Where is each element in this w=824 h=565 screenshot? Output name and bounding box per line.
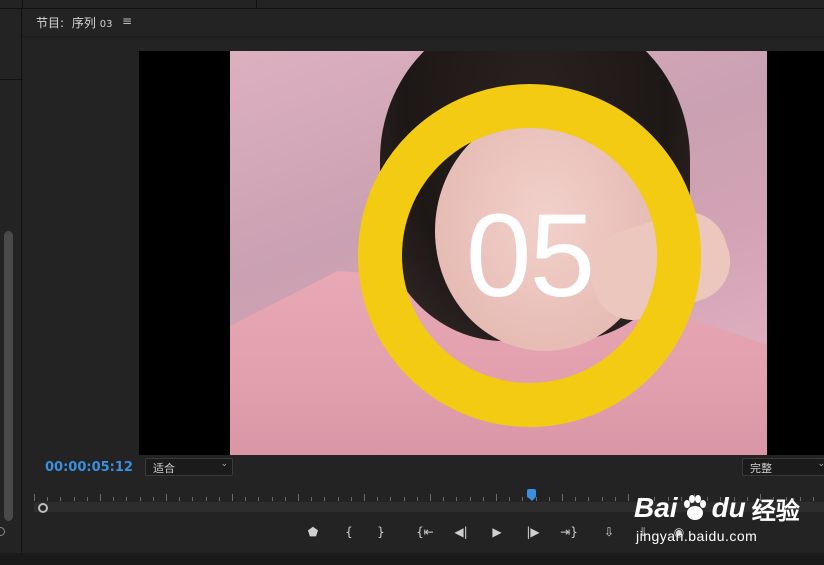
paw-icon <box>683 495 706 520</box>
ruler-tick <box>522 497 524 501</box>
ruler-tick <box>364 494 365 501</box>
video-viewer[interactable]: 05 <box>139 51 824 455</box>
step-forward-icon[interactable]: |▶ <box>522 523 544 541</box>
zoom-fit-select[interactable]: 适合 ⌄ <box>145 458 233 476</box>
ruler-tick <box>469 497 471 501</box>
ruler-tick <box>218 497 220 501</box>
play-icon[interactable]: ▶ <box>486 523 508 541</box>
ruler-tick <box>628 494 629 501</box>
panel-divider <box>256 0 257 8</box>
zoom-fit-value: 适合 <box>153 462 175 475</box>
left-panel <box>0 9 22 553</box>
ruler-tick <box>403 497 405 501</box>
mark-in-icon[interactable]: { <box>338 523 360 541</box>
ruler-tick <box>614 497 616 501</box>
ruler-tick <box>73 497 75 501</box>
add-marker-icon[interactable]: ⬟ <box>302 523 324 541</box>
watermark-du: du <box>711 492 746 523</box>
ruler-tick <box>166 494 167 501</box>
sequence-name: 序列 <box>71 16 96 30</box>
ruler-tick <box>390 497 392 501</box>
ruler-tick <box>535 497 537 501</box>
ruler-tick <box>601 497 603 501</box>
title-divider <box>22 36 824 37</box>
ruler-tick <box>588 497 590 501</box>
ruler-tick <box>430 494 431 501</box>
ruler-tick <box>496 494 497 501</box>
left-panel-handle-icon[interactable] <box>0 527 5 536</box>
sequence-number: 03 <box>99 19 113 30</box>
panel-divider <box>22 0 23 8</box>
watermark-jingyan: 经验 <box>751 496 800 525</box>
go-to-out-icon[interactable]: ⇥} <box>558 523 580 541</box>
panel-title[interactable]: 节目: 序列 03 <box>36 14 112 31</box>
ruler-tick <box>179 497 181 501</box>
zoom-scroll-handle[interactable] <box>38 503 48 513</box>
ruler-tick <box>192 497 194 501</box>
panel-separator <box>0 79 21 80</box>
program-monitor-panel: 节目: 序列 03 ≡ 05 00:00:05:12 适合 ⌄ 完整 ⌄ ⬟ {}… <box>22 9 824 553</box>
ruler-tick <box>139 497 141 501</box>
ruler-tick <box>350 497 352 501</box>
ruler-tick <box>324 497 326 501</box>
ruler-tick <box>205 497 207 501</box>
ruler-tick <box>337 497 339 501</box>
ruler-tick <box>152 497 154 501</box>
ruler-tick <box>443 497 445 501</box>
baidu-jingyan-watermark: Bai du 经验 <box>634 489 800 527</box>
ruler-tick <box>284 497 286 501</box>
playback-resolution-select[interactable]: 完整 ⌄ <box>742 458 824 476</box>
ruler-tick <box>812 497 814 501</box>
playhead-marker[interactable] <box>527 489 536 501</box>
ruler-tick <box>245 497 247 501</box>
step-back-icon[interactable]: ◀| <box>450 523 472 541</box>
ruler-tick <box>482 497 484 501</box>
mark-out-icon[interactable]: } <box>370 523 392 541</box>
ruler-tick <box>86 497 88 501</box>
hamburger-menu-icon[interactable]: ≡ <box>122 14 132 28</box>
bottom-edge <box>0 553 824 565</box>
ruler-tick <box>377 497 379 501</box>
ruler-tick <box>271 497 273 501</box>
countdown-number: 05 <box>465 189 595 322</box>
watermark-bai: Bai <box>634 492 678 523</box>
ruler-tick <box>47 497 49 501</box>
ruler-tick <box>548 497 550 501</box>
panel-title-prefix: 节目: <box>36 16 65 30</box>
watermark-url: jingyan.baidu.com <box>636 528 758 544</box>
chevron-down-icon: ⌄ <box>817 459 824 469</box>
ruler-tick <box>311 497 313 501</box>
left-panel-scrollbar[interactable] <box>4 231 13 521</box>
ruler-tick <box>456 497 458 501</box>
ruler-tick <box>60 497 62 501</box>
ruler-tick <box>575 497 577 501</box>
ruler-tick <box>298 494 299 501</box>
go-to-in-icon[interactable]: {⇤ <box>414 523 436 541</box>
top-panel-bar <box>0 0 824 9</box>
ruler-tick <box>258 497 260 501</box>
ruler-tick <box>113 497 115 501</box>
ruler-tick <box>100 494 101 501</box>
chevron-down-icon: ⌄ <box>220 459 228 469</box>
ruler-tick <box>34 494 35 501</box>
ruler-tick <box>232 494 233 501</box>
playhead-timecode[interactable]: 00:00:05:12 <box>45 460 133 475</box>
ruler-tick <box>416 497 418 501</box>
insert-icon[interactable]: ⇩ <box>598 523 620 541</box>
ruler-tick <box>562 494 563 501</box>
playback-resolution-value: 完整 <box>750 462 772 475</box>
ruler-tick <box>126 497 128 501</box>
ruler-tick <box>509 497 511 501</box>
